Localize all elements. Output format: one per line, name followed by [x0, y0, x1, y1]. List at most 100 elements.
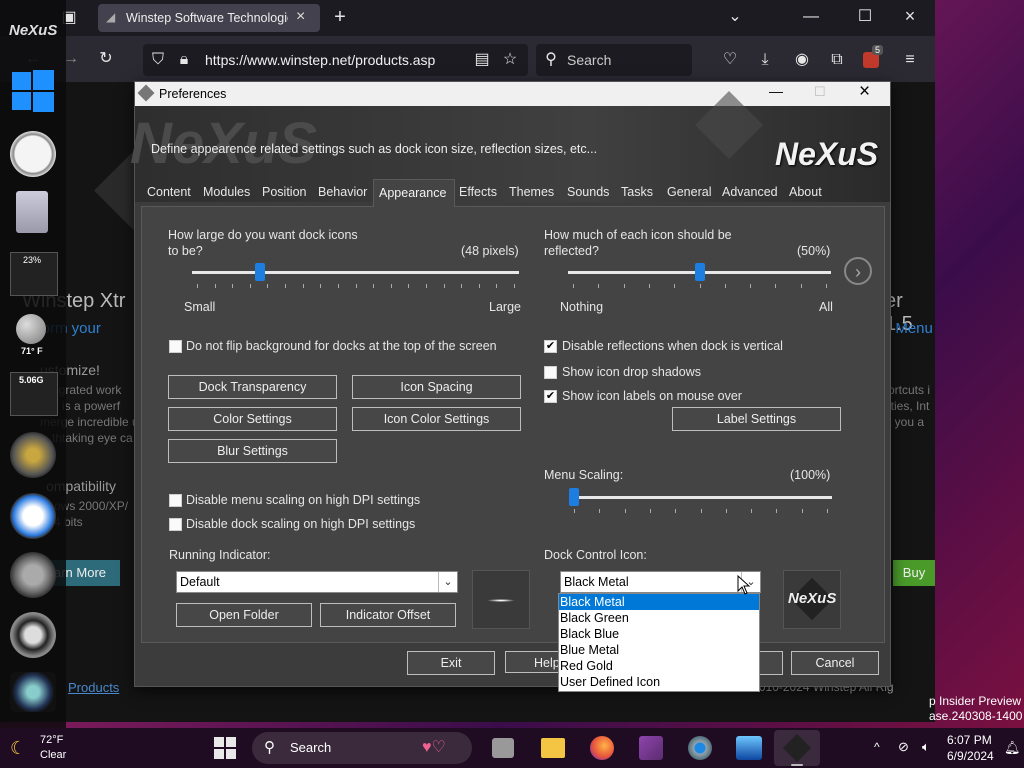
next-page-arrow-icon[interactable]: › — [844, 257, 872, 285]
noflip-checkbox[interactable] — [169, 340, 182, 353]
control-panel-icon[interactable] — [736, 736, 762, 760]
lock-icon[interactable]: 🔒︎ — [173, 50, 195, 70]
taskbar-time[interactable]: 6:07 PM — [947, 733, 992, 747]
browser-tab[interactable]: ◢ Winstep Software Technologies × — [98, 4, 320, 32]
menu-dpi-checkbox[interactable] — [169, 494, 182, 507]
buy-button[interactable]: Buy — [893, 560, 935, 586]
noflip-label[interactable]: Do not flip background for docks at the … — [186, 339, 497, 353]
close-window-icon[interactable]: × — [899, 6, 921, 26]
windows-start-button-icon[interactable] — [214, 737, 236, 759]
icon-color-settings-button[interactable]: Icon Color Settings — [352, 407, 521, 431]
tab-tasks[interactable]: Tasks — [621, 185, 653, 199]
new-tab-icon[interactable]: + — [329, 7, 351, 27]
icon-spacing-button[interactable]: Icon Spacing — [352, 375, 521, 399]
media-player-icon[interactable] — [10, 612, 56, 658]
tab-position[interactable]: Position — [262, 185, 306, 199]
dropdown-option[interactable]: Black Green — [559, 610, 759, 626]
pref-close-icon[interactable]: × — [859, 81, 870, 103]
nexus-taskbar-button[interactable] — [774, 730, 820, 766]
dropdown-option[interactable]: Blue Metal — [559, 642, 759, 658]
dropdown-option-selected[interactable]: Black Metal — [559, 594, 759, 610]
menu-scaling-slider[interactable] — [569, 488, 832, 520]
recycle-bin-icon[interactable] — [16, 191, 48, 233]
clock-icon[interactable] — [10, 131, 56, 177]
chevron-down-icon[interactable]: ⌄ — [438, 572, 457, 592]
volume-icon[interactable]: 🔈︎ — [922, 739, 930, 755]
dropdown-option[interactable]: User Defined Icon — [559, 674, 759, 690]
open-folder-button[interactable]: Open Folder — [176, 603, 312, 627]
notification-bell-icon[interactable]: 🔔︎ — [1004, 740, 1021, 756]
tab-effects[interactable]: Effects — [459, 185, 497, 199]
windows-start-icon[interactable] — [12, 70, 54, 112]
drop-shadows-label[interactable]: Show icon drop shadows — [562, 365, 701, 379]
menu-dpi-label[interactable]: Disable menu scaling on high DPI setting… — [186, 493, 420, 507]
search-bar[interactable]: ⚲ Search — [536, 44, 692, 76]
tab-behavior[interactable]: Behavior — [318, 185, 367, 199]
taskbar-search-box[interactable]: ⚲ Search ♥♡ — [252, 732, 472, 764]
downloads-icon[interactable]: ⤓ — [754, 50, 776, 70]
menu-icon[interactable]: ≡ — [899, 50, 921, 70]
reader-view-icon[interactable]: ▤ — [471, 50, 493, 70]
running-indicator-select[interactable]: Default ⌄ — [176, 571, 458, 593]
url-text[interactable]: https://www.winstep.net/products.asp — [205, 52, 435, 68]
mail-icon[interactable] — [10, 493, 56, 539]
address-bar[interactable]: ⛉ 🔒︎ https://www.winstep.net/products.as… — [143, 44, 528, 76]
network-globe-icon[interactable] — [10, 432, 56, 478]
pocket-icon[interactable]: ♡ — [719, 50, 741, 70]
tab-appearance[interactable]: Appearance — [373, 179, 455, 207]
indicator-offset-button[interactable]: Indicator Offset — [320, 603, 456, 627]
memory-meter-icon[interactable]: 5.06G — [10, 372, 58, 416]
cpu-meter-icon[interactable]: 23% — [10, 252, 58, 296]
tab-modules[interactable]: Modules — [203, 185, 250, 199]
icon-size-slider[interactable] — [192, 263, 519, 295]
moon-weather-icon[interactable]: ☾ — [10, 738, 26, 759]
exit-button[interactable]: Exit — [407, 651, 495, 675]
footer-link[interactable]: Products — [68, 680, 119, 695]
disable-reflections-label[interactable]: Disable reflections when dock is vertica… — [562, 339, 783, 353]
dock-dpi-label[interactable]: Disable dock scaling on high DPI setting… — [186, 517, 415, 531]
shield-icon[interactable]: ⛉ — [147, 50, 169, 70]
dropdown-option[interactable]: Red Gold — [559, 658, 759, 674]
label-settings-button[interactable]: Label Settings — [672, 407, 841, 431]
firefox-icon[interactable] — [590, 736, 614, 760]
icon-labels-label[interactable]: Show icon labels on mouse over — [562, 389, 742, 403]
tab-general[interactable]: General — [667, 185, 711, 199]
list-tabs-icon[interactable]: ⌄ — [724, 7, 746, 27]
bookmark-star-icon[interactable]: ☆ — [499, 50, 521, 70]
maximize-icon[interactable]: ☐ — [854, 7, 876, 27]
icon-labels-checkbox[interactable]: ✔ — [544, 390, 557, 403]
visual-studio-icon[interactable] — [639, 736, 663, 760]
blur-settings-button[interactable]: Blur Settings — [168, 439, 337, 463]
dock-transparency-button[interactable]: Dock Transparency — [168, 375, 337, 399]
tab-themes[interactable]: Themes — [509, 185, 554, 199]
account-icon[interactable]: ◉ — [791, 50, 813, 70]
dock-dpi-checkbox[interactable] — [169, 518, 182, 531]
reflection-slider[interactable] — [568, 263, 831, 295]
tab-about[interactable]: About — [789, 185, 822, 199]
power-icon[interactable] — [10, 552, 56, 598]
weather-moon-icon[interactable] — [16, 314, 46, 344]
close-tab-icon[interactable]: × — [296, 8, 305, 26]
file-explorer-icon[interactable] — [541, 738, 565, 758]
tab-sounds[interactable]: Sounds — [567, 185, 609, 199]
task-view-icon[interactable] — [492, 738, 514, 758]
pref-minimize-icon[interactable]: — — [769, 83, 783, 99]
disable-reflections-checkbox[interactable]: ✔ — [544, 340, 557, 353]
cancel-button[interactable]: Cancel — [791, 651, 879, 675]
taskbar-weather-temp[interactable]: 72°F — [40, 734, 63, 746]
drop-shadows-checkbox[interactable] — [544, 366, 557, 379]
pref-maximize-icon[interactable]: ☐ — [814, 84, 826, 100]
dropdown-option[interactable]: Black Blue — [559, 626, 759, 642]
settings-gear-icon[interactable] — [688, 736, 712, 760]
tab-advanced[interactable]: Advanced — [722, 185, 778, 199]
slider-thumb[interactable] — [694, 263, 705, 281]
extensions-icon[interactable]: ⧉ — [826, 50, 848, 70]
camera-icon[interactable] — [10, 672, 56, 712]
slider-thumb[interactable] — [255, 263, 266, 281]
color-settings-button[interactable]: Color Settings — [168, 407, 337, 431]
reload-icon[interactable]: ↻ — [95, 49, 117, 69]
show-hidden-icons-icon[interactable]: ^ — [874, 740, 880, 754]
network-icon[interactable]: ⊘ — [898, 739, 909, 755]
slider-thumb[interactable] — [569, 488, 579, 506]
tab-content[interactable]: Content — [147, 185, 191, 199]
